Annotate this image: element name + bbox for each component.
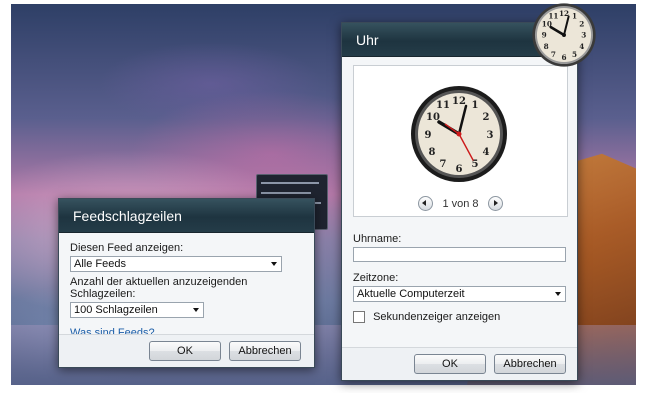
clock-dialog-button-bar: OK Abbrechen	[342, 347, 577, 380]
svg-text:5: 5	[572, 50, 577, 59]
dropdown-arrow-icon	[193, 308, 199, 312]
svg-text:1: 1	[572, 12, 577, 21]
svg-text:7: 7	[551, 50, 556, 59]
clock-name-input[interactable]	[353, 247, 566, 262]
clock-name-label: Uhrname:	[353, 233, 402, 245]
svg-text:7: 7	[440, 159, 447, 170]
headline-count-value: 100 Schlagzeilen	[74, 304, 158, 316]
clock-preview-icon: 12 1 2 345 678 9 10 11	[409, 84, 509, 184]
svg-text:11: 11	[548, 12, 558, 21]
svg-text:1: 1	[472, 100, 479, 111]
clock-preview-panel: 12 1 2 345 678 9 10 11 1 von 8	[353, 65, 568, 217]
svg-text:8: 8	[429, 147, 436, 158]
svg-text:2: 2	[483, 112, 490, 123]
timezone-select[interactable]: Aktuelle Computerzeit	[353, 286, 566, 302]
feed-cancel-button[interactable]: Abbrechen	[229, 341, 301, 361]
feed-headline-line	[261, 182, 319, 184]
feed-select-value: Alle Feeds	[74, 258, 126, 270]
clock-ok-button[interactable]: OK	[414, 354, 486, 374]
svg-text:6: 6	[561, 53, 566, 62]
svg-text:3: 3	[581, 31, 586, 40]
svg-text:9: 9	[425, 130, 432, 141]
feed-headline-line	[261, 192, 311, 194]
svg-text:4: 4	[579, 42, 584, 51]
svg-text:9: 9	[542, 31, 547, 40]
clock-style-pager: 1 von 8	[354, 196, 567, 211]
dropdown-arrow-icon	[555, 292, 561, 296]
pager-text: 1 von 8	[442, 197, 479, 210]
svg-text:4: 4	[483, 147, 490, 158]
svg-text:8: 8	[544, 42, 549, 51]
svg-text:3: 3	[487, 130, 494, 141]
timezone-label: Zeitzone:	[353, 272, 399, 284]
feed-settings-dialog: Feedschlagzeilen Diesen Feed anzeigen: A…	[58, 198, 315, 368]
feed-ok-button[interactable]: OK	[149, 341, 221, 361]
seconds-hand-checkbox[interactable]	[353, 311, 365, 324]
clock-gadget-icon[interactable]: 12 3 6 9 1245 7 8 10 11	[531, 2, 597, 68]
svg-text:2: 2	[579, 19, 584, 28]
headline-count-select[interactable]: 100 Schlagzeilen	[70, 302, 204, 318]
timezone-value: Aktuelle Computerzeit	[357, 288, 465, 300]
previous-icon[interactable]	[418, 196, 434, 211]
clock-settings-dialog: Uhr 12 1 2 345 678 9 10 11 1 von 8 Uhrna…	[341, 22, 578, 381]
next-icon[interactable]	[487, 196, 503, 211]
svg-text:5: 5	[472, 159, 479, 170]
seconds-hand-label: Sekundenzeiger anzeigen	[373, 311, 501, 324]
feed-select-label: Diesen Feed anzeigen:	[70, 242, 184, 254]
feed-dialog-title: Feedschlagzeilen	[59, 199, 314, 233]
svg-text:12: 12	[452, 96, 466, 107]
clock-cancel-button[interactable]: Abbrechen	[494, 354, 566, 374]
svg-text:6: 6	[456, 164, 463, 175]
seconds-hand-option: Sekundenzeiger anzeigen	[353, 311, 566, 324]
headline-count-label: Anzahl der aktuellen anzuzeigenden Schla…	[70, 276, 248, 300]
svg-text:11: 11	[436, 100, 450, 111]
feed-dialog-button-bar: OK Abbrechen	[59, 334, 314, 367]
svg-text:12: 12	[559, 9, 569, 18]
feed-select[interactable]: Alle Feeds	[70, 256, 282, 272]
dropdown-arrow-icon	[271, 262, 277, 266]
